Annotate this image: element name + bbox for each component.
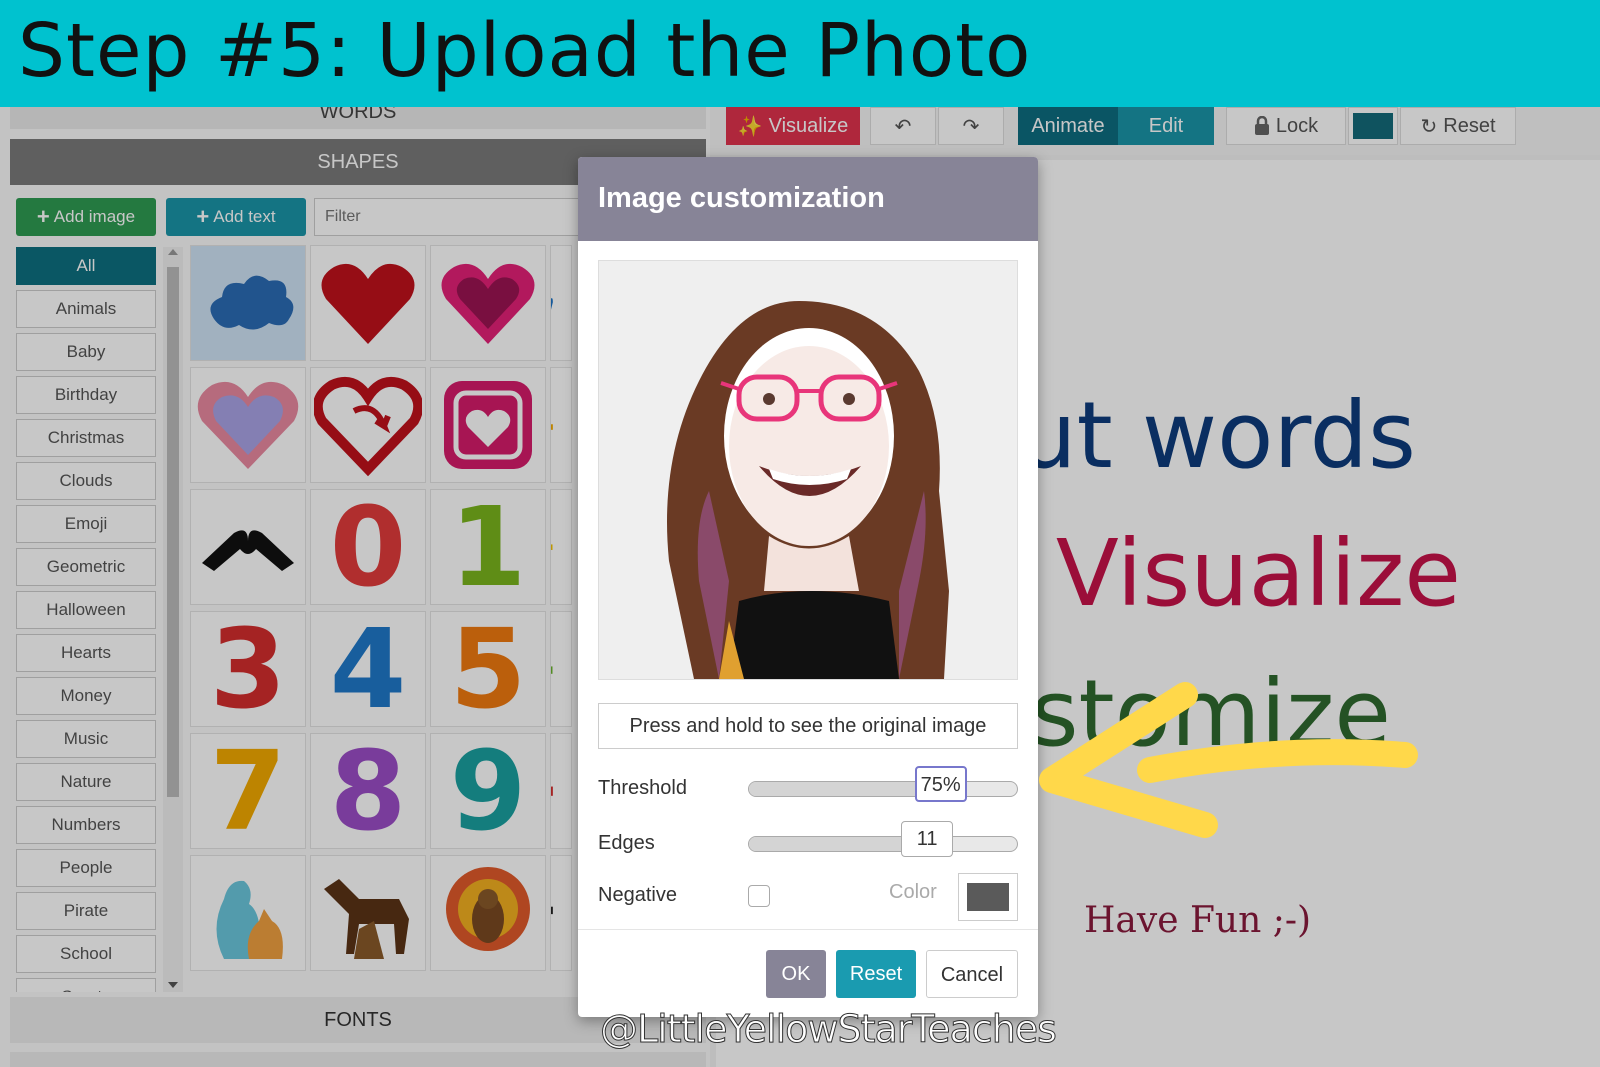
negative-label: Negative [598,884,677,906]
portrait-image [667,301,949,679]
image-customization-dialog: Image customization Press and hold to se… [578,157,1038,1017]
reset-button[interactable]: Reset [836,950,916,998]
modal-color-swatch [967,883,1009,911]
modal-color-picker[interactable] [958,873,1018,921]
edges-slider[interactable]: 11 [748,821,1018,857]
dialog-divider [578,929,1038,930]
step-banner: Step #5: Upload the Photo [0,0,1600,107]
threshold-label: Threshold [598,777,687,799]
banner-title: Step #5: Upload the Photo [18,8,1032,94]
cancel-button[interactable]: Cancel [926,950,1018,998]
dialog-title: Image customization [578,157,1038,241]
ok-button[interactable]: OK [766,950,826,998]
screenshot-stage: Step #5: Upload the Photo WORDS SHAPES +… [0,0,1600,1067]
threshold-slider[interactable]: 75% [748,766,1018,802]
yellow-arrow-icon [1039,682,1418,838]
show-original-button[interactable]: Press and hold to see the original image [598,703,1018,749]
threshold-slider-handle[interactable]: 75% [914,766,967,802]
color-label: Color [889,881,937,903]
threshold-slider-fill [749,782,941,796]
edges-slider-handle[interactable]: 11 [901,821,954,857]
negative-checkbox[interactable] [748,885,770,907]
image-preview[interactable] [598,260,1018,680]
watermark: @LittleYellowStarTeaches [600,1007,1058,1052]
edges-label: Edges [598,832,655,854]
